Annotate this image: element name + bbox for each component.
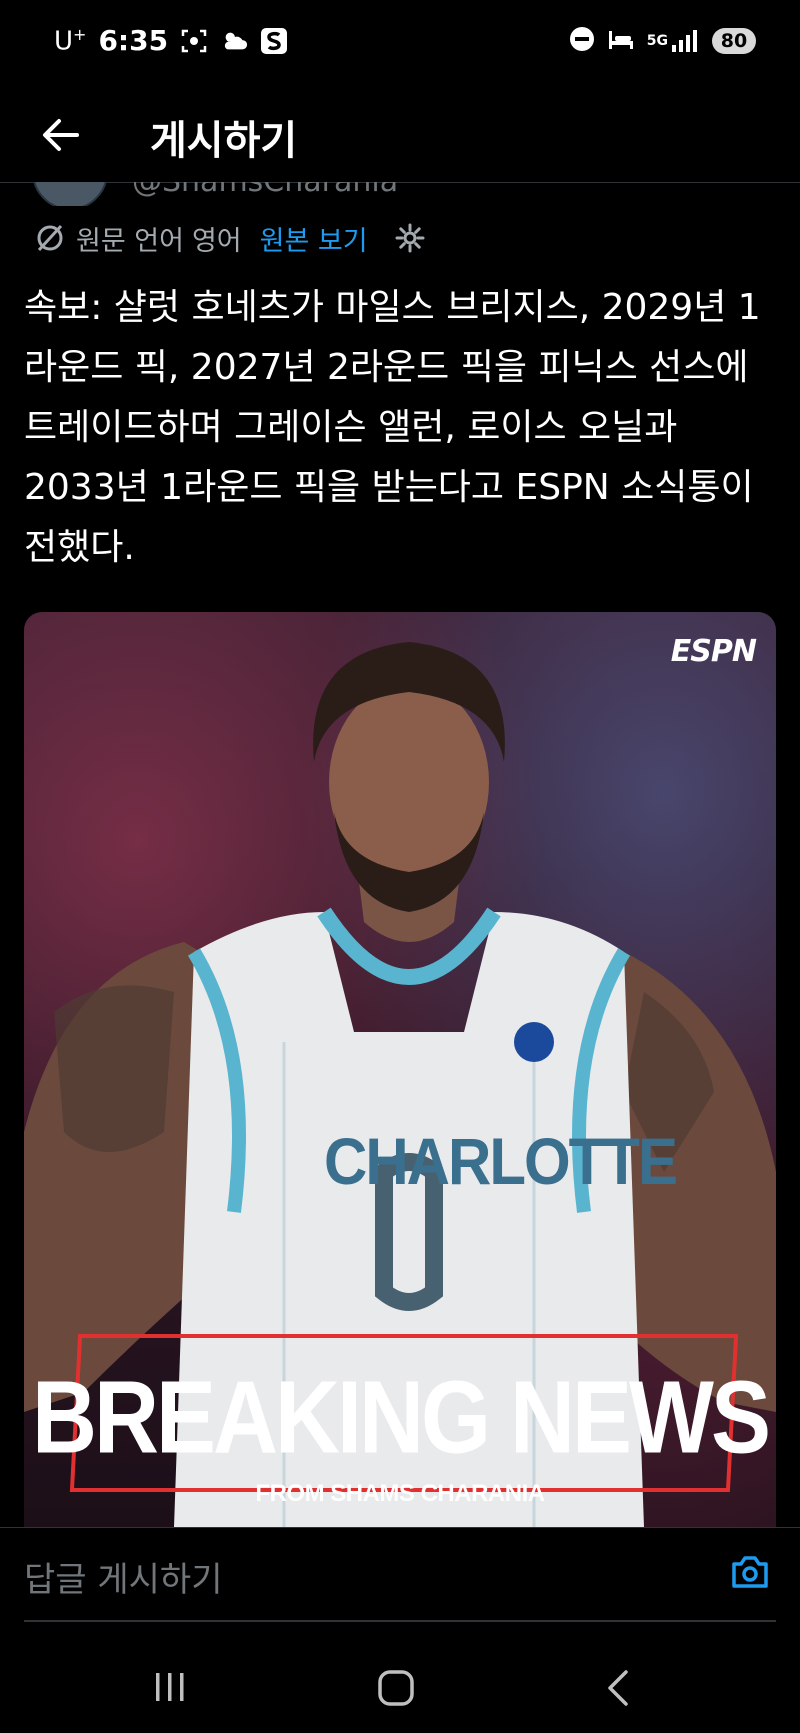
breaking-news-title: BREAKING NEWS [31, 1360, 771, 1476]
carrier-label: U+ [54, 24, 87, 57]
battery-indicator: 80 [712, 28, 756, 54]
chevron-left-icon [608, 1670, 628, 1706]
page-title: 게시하기 [150, 118, 298, 164]
home-button[interactable] [376, 1670, 416, 1710]
author-row: @ShamsCharania [0, 182, 800, 206]
espn-logo: ESPN [670, 634, 757, 669]
home-icon [378, 1670, 414, 1706]
weather-icon [220, 27, 248, 55]
tweet-media-image[interactable]: ESPN CHARLOTTE BREAKING NEWS FROM SHAMS … [24, 612, 776, 1527]
tweet-text: 속보: 샬럿 호네츠가 마일스 브리지스, 2029년 1라운드 픽, 2027… [24, 287, 761, 568]
translate-icon [34, 222, 66, 254]
camera-icon [732, 1556, 768, 1588]
reply-bar: 답글 게시하기 [0, 1527, 800, 1620]
show-original-link[interactable]: 원본 보기 [260, 219, 368, 258]
system-nav-bar [0, 1640, 800, 1733]
translation-label: 원문 언어 [76, 225, 184, 257]
app-header: 게시하기 [0, 90, 800, 183]
author-handle[interactable]: @ShamsCharania [132, 182, 398, 199]
translation-row: 원문 언어 영어 원본 보기 [34, 216, 426, 260]
dnd-icon [569, 26, 595, 56]
reply-input[interactable]: 답글 게시하기 [24, 1552, 223, 1601]
recents-icon [156, 1673, 184, 1701]
app-s-icon [260, 27, 288, 55]
screenshot-icon [180, 27, 208, 55]
status-bar: U+ 6:35 5G 80 [0, 0, 800, 90]
reply-divider [24, 1620, 776, 1622]
camera-button[interactable] [730, 1554, 770, 1594]
arrow-left-icon [43, 119, 79, 151]
breaking-news-subtitle: FROM SHAMS CHARANIA [255, 1480, 545, 1507]
recents-button[interactable] [150, 1670, 190, 1708]
jersey-text: CHARLOTTE [324, 1124, 678, 1199]
status-time: 6:35 [98, 24, 169, 57]
back-button[interactable] [36, 110, 86, 160]
gear-icon[interactable] [394, 222, 426, 254]
avatar[interactable] [32, 182, 108, 206]
sleep-mode-icon [607, 27, 635, 55]
network-5g-icon: 5G [647, 29, 700, 53]
translation-language: 영어 [191, 225, 242, 257]
nav-back-button[interactable] [604, 1670, 634, 1710]
